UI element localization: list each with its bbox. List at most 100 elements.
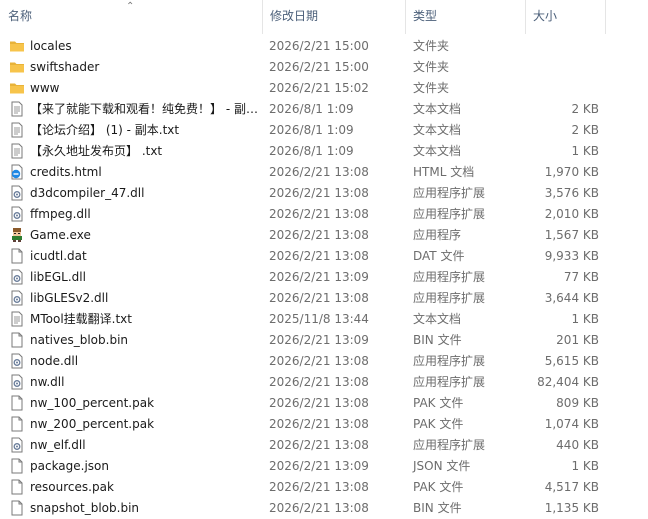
file-row[interactable]: nw_elf.dll 2026/2/21 13:08 应用程序扩展 440 KB [0, 435, 648, 456]
file-type: PAK 文件 [413, 396, 464, 410]
file-modified-date: 2026/2/21 13:08 [269, 354, 369, 368]
file-size: 2 KB [571, 102, 599, 116]
file-row[interactable]: libGLESv2.dll 2026/2/21 13:08 应用程序扩展 3,644 … [0, 288, 648, 309]
file-size: 82,404 KB [537, 375, 599, 389]
dll-file-icon [9, 372, 25, 393]
column-divider[interactable] [605, 0, 606, 34]
file-name: libGLESv2.dll [30, 291, 109, 305]
file-row[interactable]: swiftshader 2026/2/21 15:00 文件夹 [0, 57, 648, 78]
file-row[interactable]: snapshot_blob.bin 2026/2/21 13:08 BIN 文件 1,… [0, 498, 648, 519]
file-type: BIN 文件 [413, 333, 462, 347]
file-modified-date: 2026/2/21 13:09 [269, 270, 369, 284]
file-modified-date: 2026/2/21 13:08 [269, 396, 369, 410]
file-name: credits.html [30, 165, 102, 179]
file-size: 1,567 KB [544, 228, 599, 242]
blank-file-icon [9, 456, 25, 477]
file-name: nw_elf.dll [30, 438, 86, 452]
column-header-type-label: 类型 [413, 9, 438, 23]
file-name: nw_100_percent.pak [30, 396, 155, 410]
file-row[interactable]: natives_blob.bin 2026/2/21 13:09 BIN 文件 201… [0, 330, 648, 351]
file-type: 应用程序扩展 [413, 438, 486, 452]
file-row[interactable]: www 2026/2/21 15:02 文件夹 [0, 78, 648, 99]
file-name: nw.dll [30, 375, 65, 389]
file-type: 应用程序扩展 [413, 186, 486, 200]
file-name: 【论坛介绍】 (1) - 副本.txt [30, 123, 180, 137]
file-row[interactable]: nw_200_percent.pak 2026/2/21 13:08 PAK 文件 1… [0, 414, 648, 435]
column-header-date[interactable]: 修改日期 [262, 0, 405, 34]
file-row[interactable]: 【永久地址发布页】 .txt 2026/8/1 1:09 文本文档 1 KB [0, 141, 648, 162]
file-row[interactable]: resources.pak 2026/2/21 13:08 PAK 文件 4,517 … [0, 477, 648, 498]
file-modified-date: 2026/2/21 15:00 [269, 39, 369, 53]
file-name: snapshot_blob.bin [30, 501, 140, 515]
file-modified-date: 2026/8/1 1:09 [269, 123, 354, 137]
text-file-icon [9, 120, 25, 141]
file-row[interactable]: icudtl.dat 2026/2/21 13:08 DAT 文件 9,933 KB [0, 246, 648, 267]
file-type: 应用程序 [413, 228, 462, 242]
file-size: 1 KB [571, 312, 599, 326]
file-name: ffmpeg.dll [30, 207, 91, 221]
folder-icon [9, 78, 25, 99]
file-row[interactable]: node.dll 2026/2/21 13:08 应用程序扩展 5,615 KB [0, 351, 648, 372]
file-row[interactable]: libEGL.dll 2026/2/21 13:09 应用程序扩展 77 KB [0, 267, 648, 288]
sort-ascending-icon: ⌃ [126, 1, 135, 12]
dll-file-icon [9, 267, 25, 288]
file-size: 1,135 KB [544, 501, 599, 515]
file-modified-date: 2026/2/21 13:08 [269, 165, 369, 179]
file-row[interactable]: 【论坛介绍】 (1) - 副本.txt 2026/8/1 1:09 文本文档 2 KB [0, 120, 648, 141]
file-type: JSON 文件 [413, 459, 471, 473]
file-name: 【永久地址发布页】 .txt [30, 144, 163, 158]
file-row[interactable]: locales 2026/2/21 15:00 文件夹 [0, 36, 648, 57]
file-type: 应用程序扩展 [413, 270, 486, 284]
file-size: 1 KB [571, 144, 599, 158]
file-row[interactable]: Game.exe 2026/2/21 13:08 应用程序 1,567 KB [0, 225, 648, 246]
file-modified-date: 2026/2/21 13:08 [269, 438, 369, 452]
dll-file-icon [9, 183, 25, 204]
file-type: 应用程序扩展 [413, 375, 486, 389]
file-size: 2,010 KB [544, 207, 599, 221]
file-size [525, 78, 599, 99]
column-header-name-label: 名称 [8, 9, 33, 23]
text-file-icon [9, 141, 25, 162]
file-row[interactable]: MTool挂载翻译.txt 2025/11/8 13:44 文本文档 1 KB [0, 309, 648, 330]
column-header-size[interactable]: 大小 [525, 0, 605, 34]
file-size: 201 KB [556, 333, 599, 347]
file-size: 1,074 KB [544, 417, 599, 431]
file-name: resources.pak [30, 480, 114, 494]
file-modified-date: 2026/2/21 13:08 [269, 375, 369, 389]
file-list: locales 2026/2/21 15:00 文件夹 swiftshader 2026… [0, 36, 648, 519]
file-row[interactable]: package.json 2026/2/21 13:09 JSON 文件 1 KB [0, 456, 648, 477]
file-name: MTool挂载翻译.txt [30, 312, 132, 326]
file-size: 1,970 KB [544, 165, 599, 179]
file-modified-date: 2026/2/21 13:08 [269, 291, 369, 305]
file-name: 【来了就能下载和观看！纯免费！】 - 副… [30, 102, 258, 116]
file-size: 5,615 KB [544, 354, 599, 368]
file-size: 3,644 KB [544, 291, 599, 305]
file-size: 77 KB [563, 270, 599, 284]
file-modified-date: 2026/2/21 13:08 [269, 501, 369, 515]
file-row[interactable]: nw_100_percent.pak 2026/2/21 13:08 PAK 文件 8… [0, 393, 648, 414]
file-size: 1 KB [571, 459, 599, 473]
folder-icon [9, 36, 25, 57]
column-header-bar: 名称 ⌃ 修改日期 类型 大小 [0, 0, 648, 34]
file-row[interactable]: 【来了就能下载和观看！纯免费！】 - 副… 2026/8/1 1:09 文本文档 2 … [0, 99, 648, 120]
column-header-type[interactable]: 类型 [405, 0, 525, 34]
column-header-date-label: 修改日期 [270, 9, 319, 23]
file-type: 文本文档 [413, 102, 462, 116]
column-header-size-label: 大小 [533, 9, 558, 23]
file-name: nw_200_percent.pak [30, 417, 155, 431]
blank-file-icon [9, 477, 25, 498]
file-size [525, 57, 599, 78]
file-size: 4,517 KB [544, 480, 599, 494]
file-modified-date: 2026/2/21 13:08 [269, 480, 369, 494]
file-size [525, 36, 599, 57]
file-row[interactable]: nw.dll 2026/2/21 13:08 应用程序扩展 82,404 KB [0, 372, 648, 393]
blank-file-icon [9, 393, 25, 414]
file-row[interactable]: ffmpeg.dll 2026/2/21 13:08 应用程序扩展 2,010 KB [0, 204, 648, 225]
file-modified-date: 2026/2/21 13:08 [269, 417, 369, 431]
file-row[interactable]: d3dcompiler_47.dll 2026/2/21 13:08 应用程序扩展 3… [0, 183, 648, 204]
file-modified-date: 2026/8/1 1:09 [269, 102, 354, 116]
file-modified-date: 2026/2/21 13:09 [269, 333, 369, 347]
file-name: www [30, 81, 60, 95]
file-name: icudtl.dat [30, 249, 87, 263]
file-row[interactable]: credits.html 2026/2/21 13:08 HTML 文档 1,970 … [0, 162, 648, 183]
